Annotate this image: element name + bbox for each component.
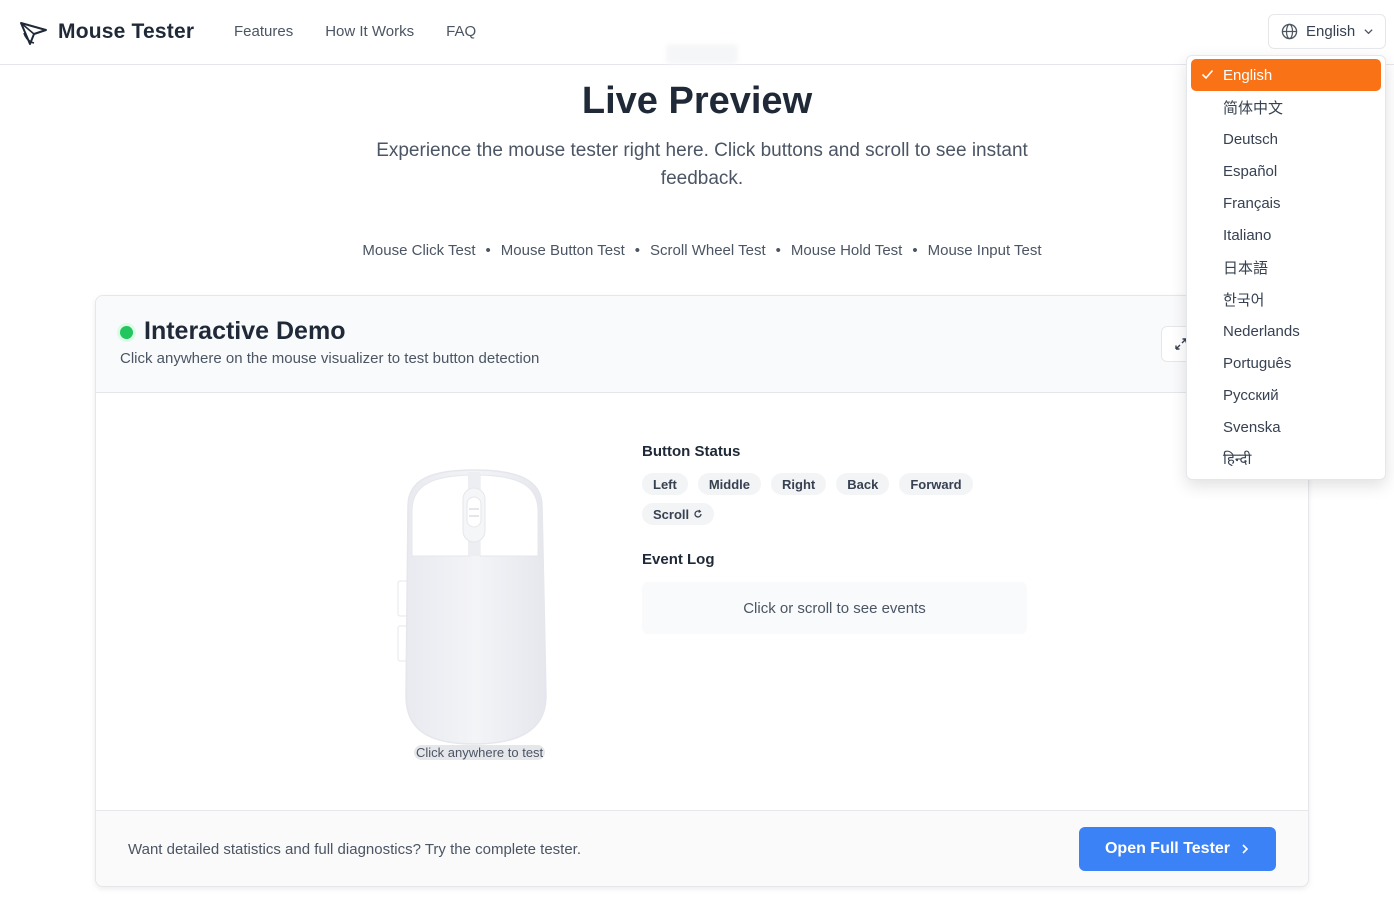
page-subtitle: Experience the mouse tester right here. …: [376, 140, 1028, 189]
separator: •: [485, 242, 491, 259]
open-full-tester-label: Open Full Tester: [1104, 840, 1231, 857]
nav-faq[interactable]: FAQ: [446, 23, 476, 40]
status-pill-middle: Middle: [697, 473, 762, 495]
pill-label: Middle: [708, 476, 751, 492]
test-link-hold[interactable]: Mouse Hold Test: [791, 242, 902, 259]
footer-text: Want detailed statistics and full diagno…: [128, 841, 582, 858]
language-option-sv[interactable]: Svenska: [1191, 411, 1381, 443]
page-title: Live Preview: [581, 80, 813, 122]
language-option-label: Nederlands: [1223, 322, 1300, 340]
language-option-label: English: [1223, 66, 1273, 84]
language-option-label: 日本語: [1223, 259, 1269, 277]
globe-icon: [1281, 23, 1298, 40]
separator: •: [634, 242, 641, 259]
language-option-it[interactable]: Italiano: [1191, 219, 1381, 251]
pill-label: Forward: [910, 476, 962, 492]
language-option-label: Français: [1223, 194, 1281, 212]
language-option-english[interactable]: English: [1191, 59, 1381, 91]
faded-badge: [666, 44, 738, 64]
language-option-label: Español: [1223, 162, 1278, 180]
card-subtitle: Click anywhere on the mouse visualizer t…: [120, 350, 540, 367]
language-option-fr[interactable]: Français: [1191, 187, 1381, 219]
status-pill-forward: Forward: [899, 473, 973, 495]
main-nav: Features How It Works FAQ: [234, 23, 476, 40]
test-link-button[interactable]: Mouse Button Test: [501, 242, 625, 259]
mouse-visualizer[interactable]: [394, 466, 554, 766]
nav-features[interactable]: Features: [234, 23, 293, 40]
language-option-label: Português: [1223, 354, 1292, 372]
language-dropdown-menu: English 简体中文 Deutsch Español Français It…: [1186, 55, 1386, 480]
interactive-demo-card: Interactive Demo Click anywhere on the m…: [95, 295, 1309, 887]
open-full-tester-button[interactable]: Open Full Tester: [1079, 827, 1276, 871]
mouse-caption: Click anywhere to test: [414, 745, 546, 760]
pill-label: Scroll: [653, 506, 690, 522]
button-status-label: Button Status: [642, 443, 741, 460]
test-link-input[interactable]: Mouse Input Test: [928, 242, 1042, 259]
live-status-dot: [120, 326, 133, 339]
language-option-nl[interactable]: Nederlands: [1191, 315, 1381, 347]
event-log-label: Event Log: [642, 551, 715, 568]
brand-logo[interactable]: Mouse Tester: [18, 17, 194, 47]
language-current-label: English: [1306, 23, 1356, 40]
language-option-zh[interactable]: 简体中文: [1191, 91, 1381, 123]
check-icon: [1201, 69, 1214, 80]
test-list: Mouse Click Test • Mouse Button Test • Scrol…: [0, 242, 1394, 259]
status-pill-left: Left: [642, 473, 688, 495]
chevron-down-icon: [1364, 29, 1373, 35]
language-selector-button[interactable]: English: [1268, 14, 1386, 49]
language-option-label: Svenska: [1223, 418, 1281, 436]
language-option-label: Italiano: [1223, 226, 1272, 244]
cursor-arrow-icon: [20, 22, 47, 45]
event-log-placeholder: Click or scroll to see events: [743, 599, 926, 617]
pill-label: Left: [653, 476, 677, 492]
status-pill-right: Right: [771, 473, 827, 495]
language-option-label: 简体中文: [1223, 99, 1284, 117]
language-option-label: Русский: [1223, 386, 1279, 404]
test-link-scroll[interactable]: Scroll Wheel Test: [650, 242, 766, 259]
language-option-label: 한국어: [1223, 291, 1265, 309]
language-option-pt[interactable]: Português: [1191, 347, 1381, 379]
pill-label: Right: [782, 476, 816, 492]
card-footer: Want detailed statistics and full diagno…: [96, 810, 1308, 886]
test-link-click[interactable]: Mouse Click Test: [362, 242, 475, 259]
refresh-icon: [694, 509, 702, 518]
language-option-ko[interactable]: 한국어: [1191, 283, 1381, 315]
chevron-right-icon: [1242, 844, 1249, 854]
language-option-ru[interactable]: Русский: [1191, 379, 1381, 411]
language-option-label: Deutsch: [1223, 130, 1279, 148]
language-option-es[interactable]: Español: [1191, 155, 1381, 187]
language-option-de[interactable]: Deutsch: [1191, 123, 1381, 155]
separator: •: [912, 242, 918, 259]
language-option-label: हिन्दी: [1223, 451, 1252, 468]
nav-how-it-works[interactable]: How It Works: [325, 23, 414, 40]
status-pill-back: Back: [836, 473, 890, 495]
brand-name: Mouse Tester: [58, 20, 195, 43]
pill-label: Back: [847, 476, 879, 492]
card-header: Interactive Demo Click anywhere on the m…: [96, 296, 1308, 393]
separator: •: [775, 242, 781, 259]
status-pill-scroll: Scroll: [642, 503, 715, 525]
language-option-hi[interactable]: हिन्दी: [1191, 443, 1381, 475]
event-log: Click or scroll to see events: [642, 582, 1027, 634]
button-status-list: Left Middle Right Back Forward Scroll: [642, 473, 1022, 525]
language-option-ja[interactable]: 日本語: [1191, 251, 1381, 283]
card-title: Interactive Demo: [144, 317, 346, 345]
